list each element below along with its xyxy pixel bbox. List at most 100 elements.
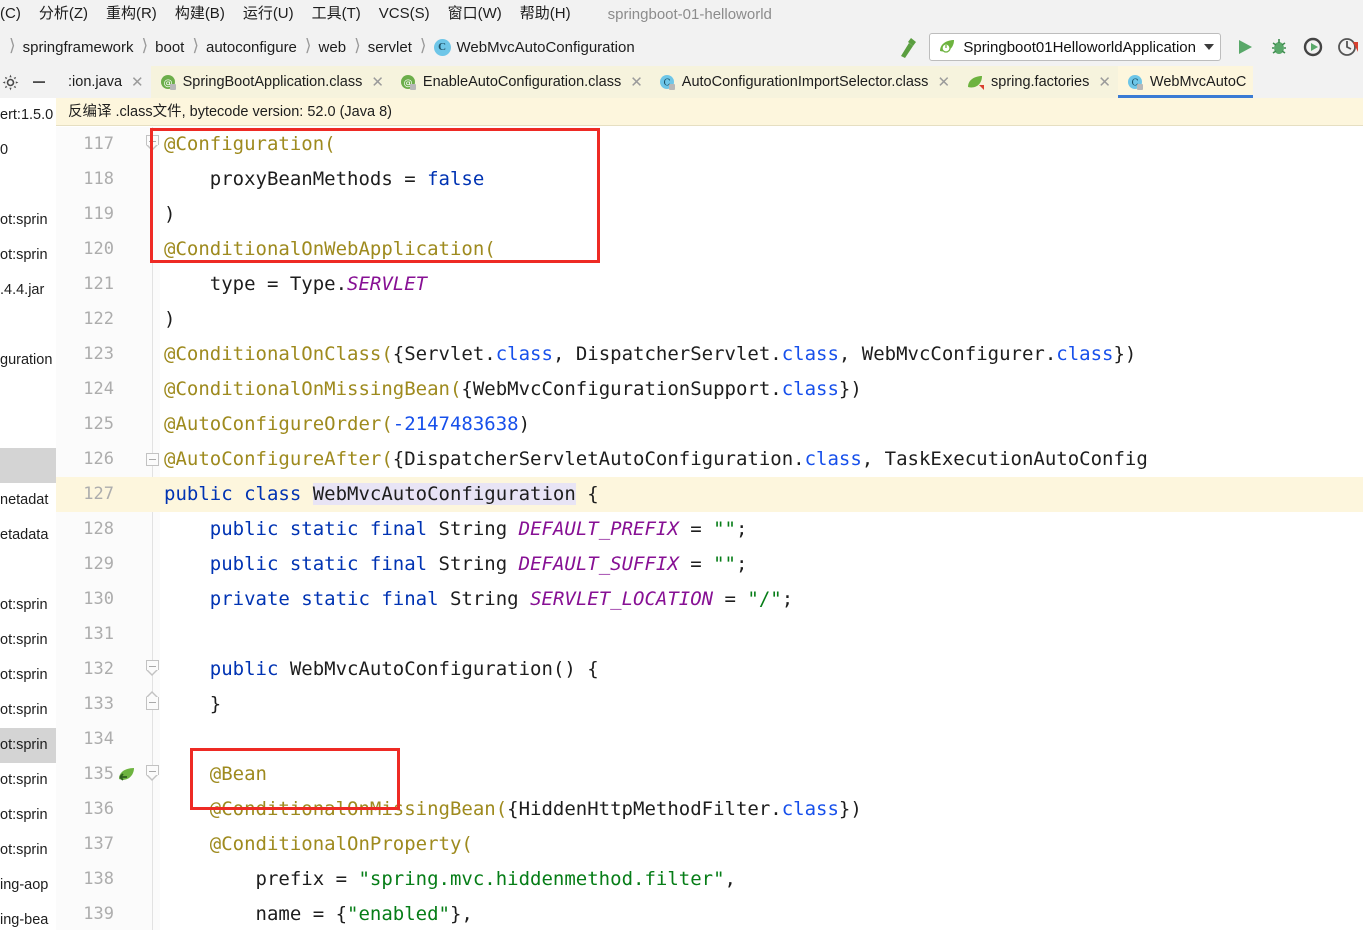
close-icon[interactable]: ✕ (371, 74, 384, 90)
menu-run[interactable]: 运行(U) (234, 0, 303, 28)
project-tree-row[interactable]: 0 (0, 133, 56, 168)
breadcrumb-item-boot[interactable]: boot (152, 38, 187, 57)
code-line[interactable]: @ConditionalOnWebApplication( (160, 232, 1363, 267)
code-line[interactable]: proxyBeanMethods = false (160, 162, 1363, 197)
fold-collapse-icon[interactable] (146, 660, 159, 676)
project-tree-row[interactable] (0, 448, 56, 483)
breadcrumb-item-springframework[interactable]: springframework (20, 38, 137, 57)
code-line[interactable]: @ConditionalOnMissingBean({WebMvcConfigu… (160, 372, 1363, 407)
fold-end-icon[interactable] (146, 691, 159, 710)
menu-window[interactable]: 窗口(W) (439, 0, 511, 28)
code-token: String (438, 518, 519, 540)
close-icon[interactable]: ✕ (630, 74, 643, 90)
tab-label: EnableAutoConfiguration.class (422, 74, 622, 90)
project-tree-row[interactable]: ot:sprin (0, 763, 56, 798)
spring-bean-icon[interactable] (116, 765, 136, 785)
breadcrumb-item-autoconfigure[interactable]: autoconfigure (203, 38, 300, 57)
editor-gutter[interactable]: 117 118 119 120 121 122 123 124 125 126 127 128 129 1… (56, 127, 160, 930)
fold-collapse-icon[interactable] (146, 453, 159, 466)
fold-collapse-icon[interactable] (146, 135, 159, 151)
project-tree-row[interactable]: ot:sprin (0, 728, 56, 763)
project-tree-row[interactable]: netadat (0, 483, 56, 518)
breadcrumb-item-servlet[interactable]: servlet (365, 38, 415, 57)
tab-ion-java[interactable]: :ion.java ✕ (59, 66, 151, 98)
decompiled-file-banner: 反编译 .class文件, bytecode version: 52.0 (Ja… (56, 98, 1363, 126)
code-line[interactable]: @ConditionalOnProperty( (160, 827, 1363, 862)
code-line[interactable]: @AutoConfigureAfter({DispatcherServletAu… (160, 442, 1363, 477)
settings-gear-icon[interactable] (2, 74, 19, 91)
chevron-down-icon[interactable] (1204, 44, 1214, 50)
breadcrumb-item-web[interactable]: web (316, 38, 350, 57)
project-tree-row[interactable]: .4.4.jar (0, 273, 56, 308)
project-tree-row[interactable]: etadata (0, 518, 56, 553)
project-tree-row[interactable] (0, 378, 56, 413)
project-tree-row[interactable]: ot:sprin (0, 833, 56, 868)
debug-icon[interactable] (1269, 37, 1289, 57)
project-tree-row[interactable]: ot:sprin (0, 203, 56, 238)
code-line[interactable]: name = {"enabled"}, (160, 897, 1363, 930)
code-line[interactable]: @Configuration( (160, 127, 1363, 162)
code-line[interactable]: public static final String DEFAULT_SUFFI… (160, 547, 1363, 582)
profiler-icon[interactable] (1337, 36, 1359, 58)
project-tree-row[interactable] (0, 553, 56, 588)
close-icon[interactable]: ✕ (1098, 74, 1111, 90)
project-tree-row[interactable] (0, 168, 56, 203)
project-tree-row[interactable]: ot:sprin (0, 623, 56, 658)
run-with-coverage-icon[interactable] (1303, 37, 1323, 57)
project-tool-window-strip[interactable]: ert:1.5.0 0 ot:sprin ot:sprin .4.4.jar gura… (0, 98, 57, 930)
menu-analyze[interactable]: 分析(Z) (30, 0, 97, 28)
code-text[interactable]: @Configuration( proxyBeanMethods = false… (160, 127, 1363, 930)
project-tree-row[interactable]: guration (0, 343, 56, 378)
menu-help[interactable]: 帮助(H) (511, 0, 580, 28)
code-line[interactable]: prefix = "spring.mvc.hiddenmethod.filter… (160, 862, 1363, 897)
project-tree-row[interactable]: ot:sprin (0, 238, 56, 273)
code-viewport[interactable]: 117 118 119 120 121 122 123 124 125 126 127 128 129 1… (56, 127, 1363, 930)
code-token: = (678, 553, 714, 575)
run-configuration-selector[interactable]: Springboot01HelloworldApplication (929, 33, 1221, 61)
gutter-line: 120 (56, 232, 160, 267)
code-line[interactable] (160, 722, 1363, 757)
fold-collapse-icon[interactable] (146, 765, 159, 781)
project-tree-row[interactable]: ot:sprin (0, 693, 56, 728)
tab-springbootapplication-class[interactable]: @ SpringBootApplication.class ✕ (150, 66, 391, 98)
close-icon[interactable]: ✕ (131, 74, 144, 90)
code-line[interactable]: ) (160, 197, 1363, 232)
project-tree-row[interactable]: ot:sprin (0, 798, 56, 833)
project-tree-row[interactable]: ot:sprin (0, 658, 56, 693)
gutter-line: 129 (56, 547, 160, 582)
code-line[interactable]: type = Type.SERVLET (160, 267, 1363, 302)
hide-minimize-icon[interactable] (31, 74, 47, 90)
code-line[interactable]: @ConditionalOnClass({Servlet.class, Disp… (160, 337, 1363, 372)
project-tree-row[interactable]: ert:1.5.0 (0, 98, 56, 133)
code-line[interactable]: public class WebMvcAutoConfiguration { (160, 477, 1363, 512)
code-line[interactable]: ) (160, 302, 1363, 337)
code-line[interactable]: @Bean (160, 757, 1363, 792)
menu-vcs[interactable]: VCS(S) (370, 0, 439, 28)
breadcrumb-item-class[interactable]: C WebMvcAutoConfiguration (431, 38, 638, 57)
code-line[interactable]: public WebMvcAutoConfiguration() { (160, 652, 1363, 687)
menu-build[interactable]: 构建(B) (166, 0, 234, 28)
menu-tools[interactable]: 工具(T) (303, 0, 370, 28)
code-line[interactable]: } (160, 687, 1363, 722)
project-tree-row[interactable]: ing-bea (0, 903, 56, 930)
build-hammer-icon[interactable] (897, 35, 919, 59)
tab-autoconfigurationimportselector-class[interactable]: C AutoConfigurationImportSelector.class … (649, 66, 958, 98)
gutter-line: 137 (56, 827, 160, 862)
project-tree-row[interactable] (0, 413, 56, 448)
tab-webmvcautoconfiguration-class[interactable]: C WebMvcAutoC (1117, 66, 1254, 98)
menu-code-partial[interactable]: (C) (0, 0, 30, 28)
code-line[interactable]: @AutoConfigureOrder(-2147483638) (160, 407, 1363, 442)
code-line[interactable]: public static final String DEFAULT_PREFI… (160, 512, 1363, 547)
tab-spring-factories[interactable]: spring.factories ✕ (957, 66, 1118, 98)
close-icon[interactable]: ✕ (937, 74, 950, 90)
project-tree-row[interactable]: ing-aop (0, 868, 56, 903)
code-line[interactable]: private static final String SERVLET_LOCA… (160, 582, 1363, 617)
code-line[interactable]: @ConditionalOnMissingBean({HiddenHttpMet… (160, 792, 1363, 827)
code-line[interactable] (160, 617, 1363, 652)
project-tree-row[interactable]: ot:sprin (0, 588, 56, 623)
tab-enableautoconfiguration-class[interactable]: @ EnableAutoConfiguration.class ✕ (390, 66, 650, 98)
run-icon[interactable] (1235, 37, 1255, 57)
project-tree-row[interactable] (0, 308, 56, 343)
menu-refactor[interactable]: 重构(R) (97, 0, 166, 28)
